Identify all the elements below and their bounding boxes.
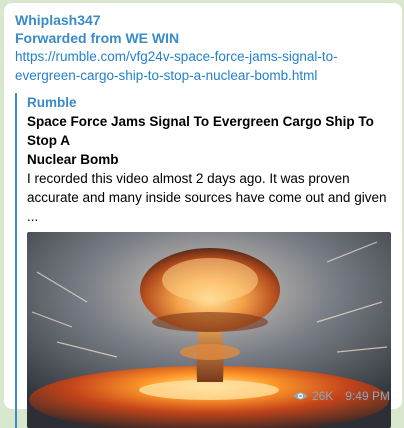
preview-title-line-2: Nuclear Bomb: [27, 152, 119, 167]
message-bubble: Whiplash347 Forwarded from WE WIN https:…: [4, 3, 402, 428]
eye-icon: [293, 392, 308, 400]
link-preview[interactable]: Rumble Space Force Jams Signal To Evergr…: [15, 93, 392, 428]
message-time: 9:49 PM: [345, 389, 390, 403]
preview-desc-line-1: I recorded this video almost 2 days ago.…: [27, 171, 350, 186]
preview-title-line-1: Space Force Jams Signal To Evergreen Car…: [27, 114, 374, 148]
link-line-2[interactable]: evergreen-cargo-ship-to-stop-a-nuclear-b…: [15, 68, 317, 83]
message-link[interactable]: https://rumble.com/vfg24v-space-force-ja…: [15, 47, 392, 85]
preview-site-name: Rumble: [27, 95, 77, 110]
forwarded-from-label[interactable]: Forwarded from WE WIN: [15, 29, 392, 47]
link-line-1[interactable]: https://rumble.com/vfg24v-space-force-ja…: [15, 49, 338, 64]
preview-title: Space Force Jams Signal To Evergreen Car…: [27, 112, 392, 169]
view-count: 26K: [311, 389, 334, 403]
message-meta: 26K 9:49 PM: [293, 389, 390, 403]
preview-description: I recorded this video almost 2 days ago.…: [27, 169, 392, 226]
preview-desc-line-2: accurate and many inside sources have co…: [27, 190, 387, 224]
sender-name[interactable]: Whiplash347: [15, 11, 392, 29]
